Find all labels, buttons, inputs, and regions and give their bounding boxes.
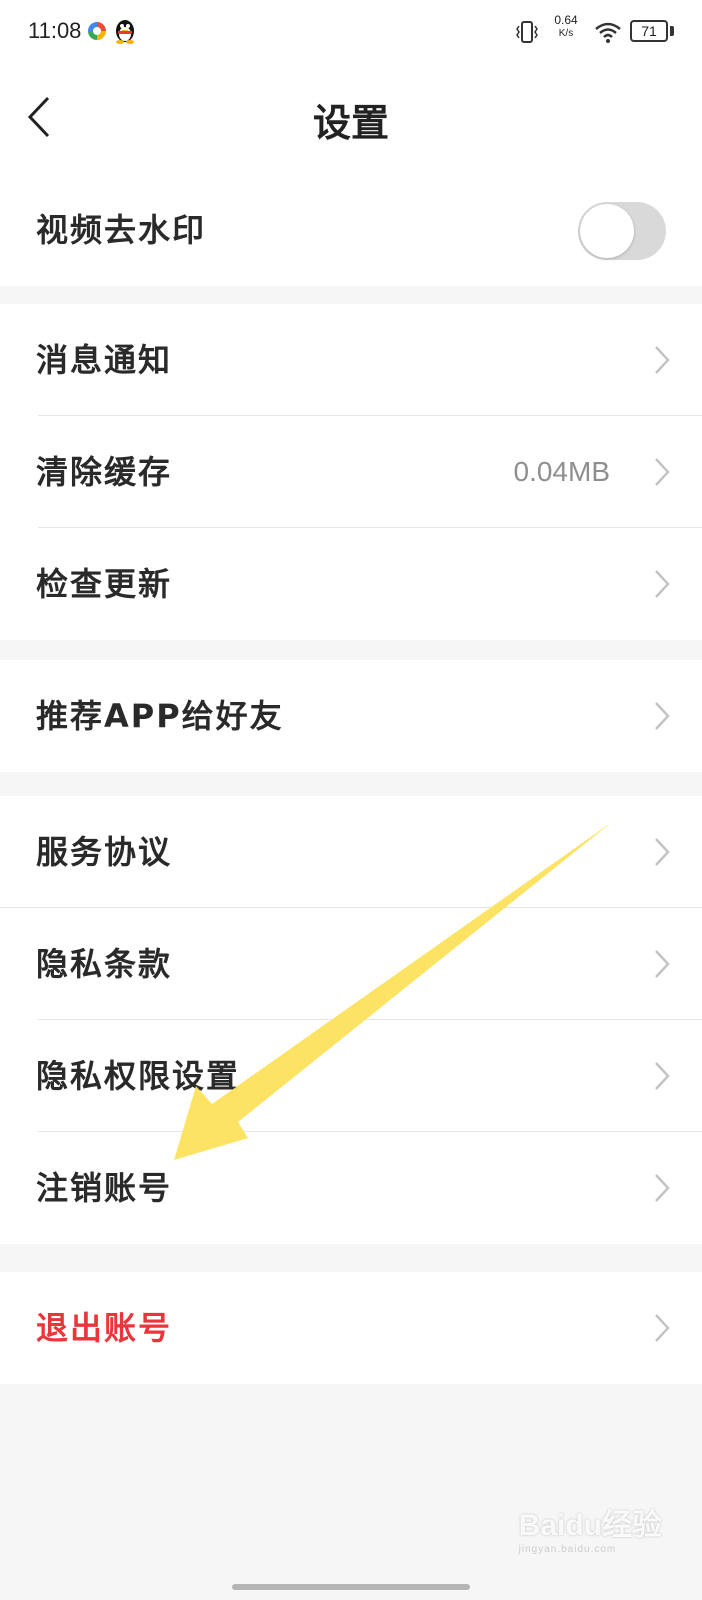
battery-level: 71 [630, 20, 668, 42]
row-delete-account[interactable]: 注销账号 [0, 1132, 702, 1244]
status-time: 11:08 [28, 18, 82, 43]
settings-group-logout: 退出账号 [0, 1272, 702, 1384]
wifi-icon [594, 20, 622, 44]
settings-group-legal: 服务协议 隐私条款 隐私权限设置 注销账号 [0, 796, 702, 1244]
row-label: 检查更新 [36, 565, 173, 603]
chevron-right-icon [652, 456, 672, 488]
row-privacy-permissions[interactable]: 隐私权限设置 [0, 1020, 702, 1132]
row-label: 隐私条款 [36, 945, 173, 983]
row-message-notification[interactable]: 消息通知 [0, 304, 702, 416]
settings-group-watermark: 视频去水印 [0, 174, 702, 286]
qq-penguin-icon [114, 18, 136, 44]
row-label: 服务协议 [36, 833, 173, 871]
chevron-right-icon [652, 344, 672, 376]
watermark-toggle[interactable] [578, 202, 666, 260]
chevron-right-icon [652, 1172, 672, 1204]
chevron-right-icon [652, 568, 672, 600]
vibrate-icon [516, 20, 538, 44]
chevron-right-icon [652, 700, 672, 732]
baidu-watermark: Baidu经验 jingyan.baidu.com [519, 1500, 662, 1555]
page-title: 设置 [312, 101, 389, 145]
battery-icon [670, 26, 674, 36]
chevron-right-icon [652, 1312, 672, 1344]
chevron-right-icon [652, 836, 672, 868]
header: 设置 [0, 64, 702, 174]
row-recommend-app[interactable]: 推荐APP给好友 [0, 660, 702, 772]
row-logout[interactable]: 退出账号 [0, 1272, 702, 1384]
row-label: 消息通知 [36, 341, 173, 379]
watermark-subtext: jingyan.baidu.com [518, 1544, 617, 1555]
home-indicator[interactable] [232, 1584, 470, 1590]
network-speed-value: 0.64 [554, 13, 578, 27]
watermark-text: Baidu经验 [518, 1509, 662, 1542]
row-label: 视频去水印 [36, 211, 207, 249]
chevron-right-icon [652, 948, 672, 980]
row-label: 隐私权限设置 [36, 1057, 241, 1095]
status-bar: 11:08 0.64 K/s 71 [0, 0, 702, 64]
row-privacy-terms[interactable]: 隐私条款 [0, 908, 702, 1020]
network-speed: 0.64 K/s [546, 14, 586, 40]
row-label: 清除缓存 [36, 453, 173, 491]
row-clear-cache[interactable]: 清除缓存 0.04MB [0, 416, 702, 528]
logout-label: 退出账号 [36, 1309, 173, 1347]
row-label: 推荐APP给好友 [36, 697, 284, 735]
row-service-agreement[interactable]: 服务协议 [0, 796, 702, 908]
row-check-update[interactable]: 检查更新 [0, 528, 702, 640]
settings-group-share: 推荐APP给好友 [0, 660, 702, 772]
network-speed-unit: K/s [558, 28, 574, 39]
toggle-knob [580, 204, 634, 258]
row-video-watermark[interactable]: 视频去水印 [0, 174, 702, 286]
status-indicators: 0.64 K/s 71 [482, 0, 702, 64]
colorful-app-icon [88, 22, 106, 40]
settings-group-general: 消息通知 清除缓存 0.04MB 检查更新 [0, 304, 702, 640]
cache-size-value: 0.04MB [513, 456, 611, 487]
row-label: 注销账号 [36, 1169, 173, 1207]
chevron-right-icon [652, 1060, 672, 1092]
